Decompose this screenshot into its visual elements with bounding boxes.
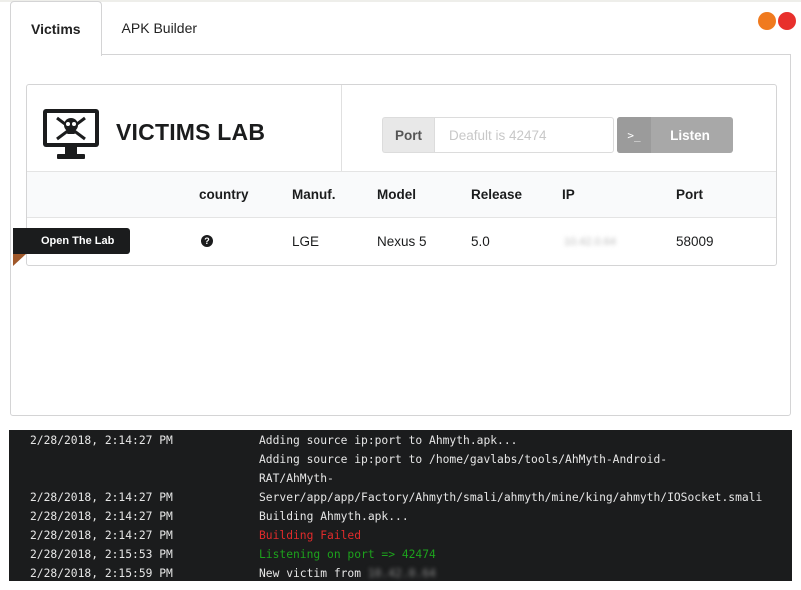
log-line: RAT/AhMyth- xyxy=(9,472,792,491)
log-time: 2/28/2018, 2:14:27 PM xyxy=(30,434,173,447)
minimize-button[interactable] xyxy=(758,12,776,30)
log-line: Adding source ip:port to /home/gavlabs/t… xyxy=(9,453,792,472)
window-controls xyxy=(758,12,796,30)
port-input[interactable] xyxy=(434,117,614,153)
cell-model: Nexus 5 xyxy=(377,234,427,249)
col-manuf: Manuf. xyxy=(292,187,336,202)
log-line: 2/28/2018, 2:15:59 PM New victim from 10… xyxy=(9,567,792,581)
log-message: New victim from 10.42.0.64 xyxy=(259,567,436,580)
table-row: LGE Nexus 5 5.0 10.42.0.64 58009 xyxy=(27,218,776,265)
port-input-group: Port xyxy=(382,117,614,153)
listen-button-label: Listen xyxy=(670,127,710,143)
log-time: 2/28/2018, 2:15:59 PM xyxy=(30,567,173,580)
victim-ip: 10.42.0.64 xyxy=(367,567,436,580)
log-time: 2/28/2018, 2:14:27 PM xyxy=(30,510,173,523)
log-line: 2/28/2018, 2:15:53 PM Listening on port … xyxy=(9,548,792,567)
log-time: 2/28/2018, 2:14:27 PM xyxy=(30,529,173,542)
close-button[interactable] xyxy=(778,12,796,30)
log-line: 2/28/2018, 2:14:27 PM Adding source ip:p… xyxy=(9,434,792,453)
lab-title: VICTIMS LAB xyxy=(116,119,266,145)
ribbon-fold xyxy=(13,254,26,266)
log-message: Adding source ip:port to Ahmyth.apk... xyxy=(259,434,518,447)
col-port: Port xyxy=(676,187,703,202)
cell-ip: 10.42.0.64 xyxy=(564,236,616,248)
title-bar-segment xyxy=(592,0,632,2)
port-label: Port xyxy=(382,117,434,153)
log-message-text: New victim from xyxy=(259,567,368,580)
log-message: RAT/AhMyth- xyxy=(259,472,334,485)
log-message-success: Listening on port => 42474 xyxy=(259,548,436,561)
log-time: 2/28/2018, 2:15:53 PM xyxy=(30,548,173,561)
open-lab-ribbon: Open The Lab xyxy=(13,228,130,266)
log-message: Server/app/app/Factory/Ahmyth/smali/ahmy… xyxy=(259,491,763,504)
tab-victims[interactable]: Victims xyxy=(10,1,102,56)
cell-manuf: LGE xyxy=(292,234,320,249)
col-ip: IP xyxy=(562,187,575,202)
terminal-icon: >_ xyxy=(617,117,651,153)
listen-button[interactable]: >_ Listen xyxy=(617,117,733,153)
log-line: 2/28/2018, 2:14:27 PM Building Ahmyth.ap… xyxy=(9,510,792,529)
log-message: Adding source ip:port to /home/gavlabs/t… xyxy=(259,453,668,466)
monitor-skull-icon xyxy=(43,109,99,159)
lab-header: VICTIMS LAB Port >_ Listen xyxy=(27,85,776,172)
victims-table-header: country Manuf. Model Release IP Port xyxy=(27,172,776,218)
col-release: Release xyxy=(471,187,523,202)
col-model: Model xyxy=(377,187,416,202)
log-message-error: Building Failed xyxy=(259,529,362,542)
tab-bar: Victims APK Builder xyxy=(10,1,217,56)
question-circle-icon: ? xyxy=(201,235,213,247)
col-country: country xyxy=(199,187,249,202)
log-console: 2/28/2018, 2:14:27 PM Adding source ip:p… xyxy=(9,430,792,581)
log-time: 2/28/2018, 2:14:27 PM xyxy=(30,491,173,504)
log-line: 2/28/2018, 2:14:27 PM Building Failed xyxy=(9,529,792,548)
open-lab-button[interactable]: Open The Lab xyxy=(13,228,130,254)
victims-lab-card: VICTIMS LAB Port >_ Listen country Manuf… xyxy=(26,84,777,266)
tab-apk-builder[interactable]: APK Builder xyxy=(102,1,217,55)
header-divider xyxy=(341,85,342,171)
cell-release: 5.0 xyxy=(471,234,490,249)
log-message: Building Ahmyth.apk... xyxy=(259,510,409,523)
cell-port: 58009 xyxy=(676,234,714,249)
log-line: 2/28/2018, 2:14:27 PM Server/app/app/Fac… xyxy=(9,491,792,510)
